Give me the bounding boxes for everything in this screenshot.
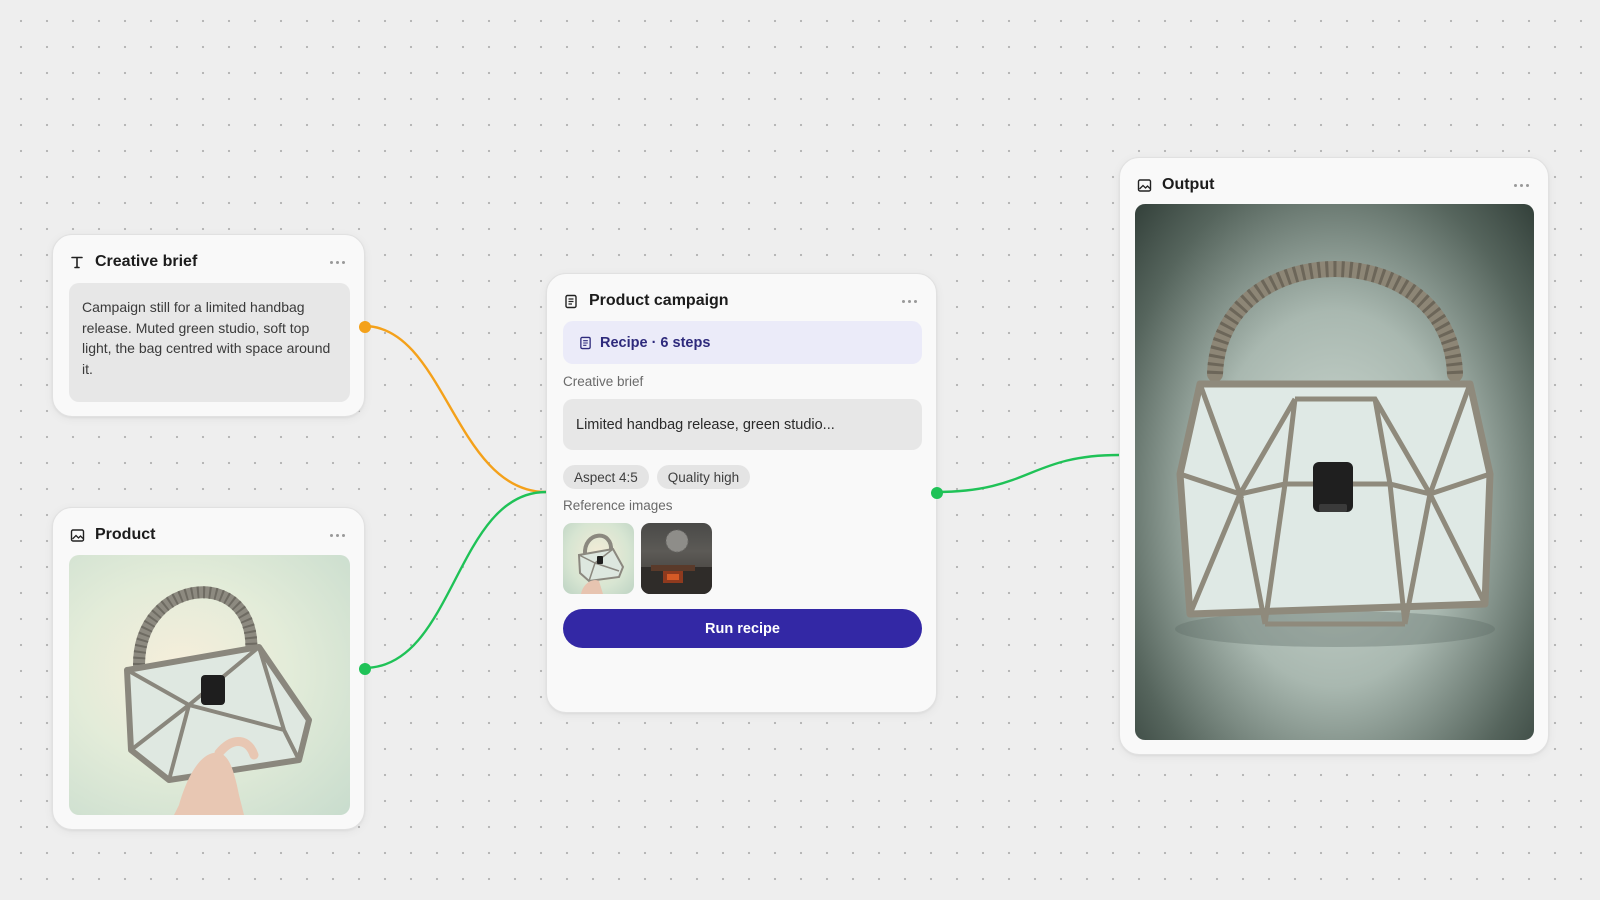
document-icon (579, 336, 592, 350)
output-image[interactable] (1135, 204, 1534, 740)
document-icon (563, 293, 579, 309)
creative-brief-node[interactable]: Creative brief Campaign still for a limi… (52, 234, 371, 417)
recipe-bar[interactable]: Recipe · 6 steps (563, 321, 922, 364)
run-recipe-button[interactable]: Run recipe (563, 609, 922, 648)
recipe-label: Recipe · 6 steps (600, 334, 711, 351)
campaign-to-output-wire (935, 453, 1120, 494)
more-horizontal-icon[interactable] (326, 251, 348, 273)
reference-images-label: Reference images (563, 498, 673, 513)
image-icon (69, 527, 85, 543)
creative-brief-header: Creative brief (69, 249, 348, 275)
product-campaign-node[interactable]: Product campaign Recipe · 6 steps Creati… (546, 273, 943, 713)
image-icon (1136, 177, 1152, 193)
reference-images (563, 523, 719, 594)
more-horizontal-icon[interactable] (326, 524, 348, 546)
product-to-campaign-wire (363, 490, 547, 670)
node-title: Output (1162, 176, 1215, 193)
workflow-canvas[interactable]: Creative brief Campaign still for a limi… (0, 0, 1600, 900)
brief-label: Creative brief (563, 374, 644, 389)
output-port[interactable] (931, 487, 943, 499)
node-title: Product campaign (589, 292, 729, 309)
node-title: Product (95, 526, 156, 543)
output-node[interactable]: Output (1119, 157, 1549, 755)
reference-image-studio[interactable] (641, 523, 712, 594)
product-campaign-header: Product campaign (563, 288, 920, 314)
aspect-chip[interactable]: Aspect 4:5 (563, 465, 649, 489)
product-header: Product (69, 522, 348, 548)
node-title: Creative brief (95, 253, 198, 270)
text-icon (69, 254, 85, 270)
settings-chips: Aspect 4:5 Quality high (563, 465, 758, 489)
brief-field[interactable]: Limited handbag release, green studio... (563, 399, 922, 450)
reference-image-product[interactable] (563, 523, 634, 594)
output-port[interactable] (359, 321, 371, 333)
more-horizontal-icon[interactable] (1510, 174, 1532, 196)
product-image[interactable] (69, 555, 350, 815)
output-port[interactable] (359, 663, 371, 675)
quality-chip[interactable]: Quality high (656, 465, 751, 489)
product-node[interactable]: Product (52, 507, 371, 830)
output-header: Output (1136, 172, 1532, 198)
creative-brief-text[interactable]: Campaign still for a limited handbag rel… (69, 283, 350, 402)
brief-to-campaign-wire (363, 324, 547, 494)
more-horizontal-icon[interactable] (898, 290, 920, 312)
